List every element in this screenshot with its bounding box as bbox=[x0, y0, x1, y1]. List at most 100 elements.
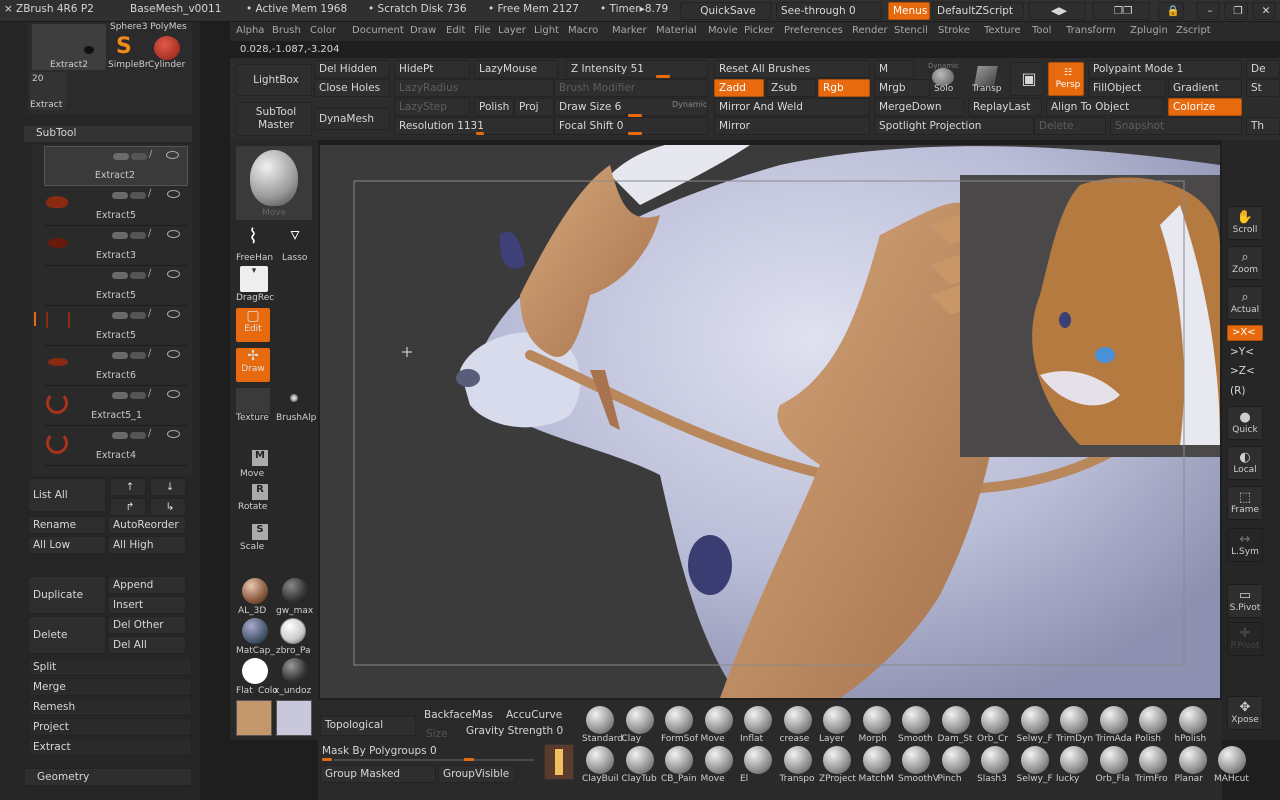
accucurve-button[interactable]: AccuCurve bbox=[506, 709, 562, 721]
resolution-slider-thumb[interactable] bbox=[476, 132, 484, 135]
brush-dam-st-icon[interactable] bbox=[941, 706, 970, 734]
project-button[interactable]: Project bbox=[28, 718, 192, 736]
subtool-toggle[interactable] bbox=[112, 392, 128, 399]
brush-clay-icon[interactable] bbox=[625, 706, 654, 734]
menu-draw[interactable]: Draw bbox=[410, 25, 436, 36]
zoom-button[interactable]: ⌕ Zoom bbox=[1227, 246, 1263, 280]
edit-button[interactable]: ▢ Edit bbox=[236, 308, 270, 342]
menu-color[interactable]: Color bbox=[310, 25, 336, 36]
remesh-button[interactable]: Remesh bbox=[28, 698, 192, 716]
current-brush-thumb[interactable]: Move bbox=[236, 146, 312, 220]
menu-preferences[interactable]: Preferences bbox=[784, 25, 843, 36]
brush-formsof-icon[interactable] bbox=[665, 706, 693, 734]
spotlight-projection-button[interactable]: Spotlight Projection bbox=[874, 117, 1034, 135]
zbro-material-icon[interactable] bbox=[280, 618, 306, 644]
menu-edit[interactable]: Edit bbox=[446, 25, 465, 36]
lightbox-button[interactable]: LightBox bbox=[236, 64, 312, 96]
subtool-polypaint-toggle[interactable] bbox=[130, 432, 146, 439]
menu-stroke[interactable]: Stroke bbox=[938, 25, 970, 36]
quicksave-button[interactable]: QuickSave bbox=[680, 2, 772, 20]
brush-paint-icon[interactable]: ∕ bbox=[149, 149, 152, 160]
menu-alpha[interactable]: Alpha bbox=[236, 25, 264, 36]
menu-zscript[interactable]: Zscript bbox=[1176, 25, 1211, 36]
subtool-item-extract5c[interactable]: ∕ Extract5 bbox=[34, 306, 188, 346]
brush-paint-icon[interactable]: ∕ bbox=[148, 308, 151, 319]
menu-document[interactable]: Document bbox=[352, 25, 404, 36]
brush-trimada-icon[interactable] bbox=[1099, 706, 1128, 734]
subtool-item-extract5[interactable]: ∕ Extract5 bbox=[44, 186, 188, 226]
th-button[interactable]: Th bbox=[1246, 117, 1280, 135]
brush-polish-icon[interactable] bbox=[1139, 706, 1167, 734]
brush-pinch-icon[interactable] bbox=[941, 746, 970, 774]
mask-by-polygroups-slider[interactable]: Mask By Polygroups 0 bbox=[322, 745, 437, 757]
menu-zplugin[interactable]: Zplugin bbox=[1130, 25, 1168, 36]
eye-icon[interactable] bbox=[167, 190, 180, 198]
flat-material-icon[interactable] bbox=[242, 658, 268, 684]
undo-material-icon[interactable] bbox=[282, 658, 308, 684]
simplebrush-icon[interactable]: S bbox=[116, 34, 140, 60]
rename-button[interactable]: Rename bbox=[28, 516, 106, 534]
brush-claytub-icon[interactable] bbox=[625, 746, 654, 774]
topological-button[interactable]: Topological bbox=[320, 716, 416, 736]
brush-zproject-icon[interactable] bbox=[823, 746, 851, 774]
x-symmetry-button[interactable]: >X< bbox=[1227, 325, 1263, 341]
subtool-header[interactable]: SubTool bbox=[24, 126, 192, 142]
subtool-item-extract6[interactable]: ∕ Extract6 bbox=[44, 346, 188, 386]
brush-paint-icon[interactable]: ∕ bbox=[148, 388, 151, 399]
layout-windows-icon[interactable]: ❐❐ bbox=[1092, 2, 1150, 20]
menu-render[interactable]: Render bbox=[852, 25, 888, 36]
insert-button[interactable]: Insert bbox=[108, 596, 186, 614]
canvas-viewport[interactable] bbox=[320, 145, 1220, 698]
subtool-item-extract5b[interactable]: ∕ Extract5 bbox=[44, 266, 188, 306]
brush-alpha-icon[interactable] bbox=[290, 394, 298, 402]
brush-move-icon[interactable] bbox=[704, 706, 733, 734]
eye-icon[interactable] bbox=[166, 151, 179, 159]
subtool-polypaint-toggle[interactable] bbox=[130, 352, 146, 359]
delete-disabled-button[interactable]: Delete bbox=[1034, 117, 1106, 135]
close-icon[interactable]: ✕ bbox=[1252, 2, 1276, 20]
arrow-up-icon[interactable]: ↑ bbox=[110, 478, 146, 496]
subtool-item-extract4[interactable]: ∕ Extract4 bbox=[44, 426, 188, 466]
subtool-master-button[interactable]: SubTool Master bbox=[236, 102, 312, 136]
brush-paint-icon[interactable]: ∕ bbox=[148, 228, 151, 239]
menu-stencil[interactable]: Stencil bbox=[894, 25, 928, 36]
matcap-material-icon[interactable] bbox=[242, 618, 268, 644]
close-holes-button[interactable]: Close Holes bbox=[314, 79, 390, 97]
brush-paint-icon[interactable]: ∕ bbox=[148, 428, 151, 439]
z-intensity-slider-thumb[interactable] bbox=[656, 75, 670, 78]
reset-all-brushes-button[interactable]: Reset All Brushes bbox=[714, 60, 870, 78]
eye-icon[interactable] bbox=[167, 270, 180, 278]
move-down-icon[interactable]: ↳ bbox=[150, 498, 186, 516]
del-hidden-button[interactable]: Del Hidden bbox=[314, 60, 390, 78]
minimize-icon[interactable]: – bbox=[1196, 2, 1220, 20]
all-low-button[interactable]: All Low bbox=[28, 536, 106, 554]
lsym-button[interactable]: ↔ L.Sym bbox=[1227, 528, 1263, 562]
scale-mode-icon[interactable]: S bbox=[252, 524, 268, 540]
default-zscript-button[interactable]: DefaultZScript bbox=[932, 2, 1024, 20]
menu-material[interactable]: Material bbox=[656, 25, 697, 36]
gravity-slider-thumb[interactable] bbox=[464, 758, 474, 761]
autoreorder-button[interactable]: AutoReorder bbox=[108, 516, 186, 534]
brush-layer-icon[interactable] bbox=[823, 706, 851, 734]
dynamesh-button[interactable]: DynaMesh bbox=[314, 108, 390, 130]
quick-button[interactable]: ● Quick bbox=[1227, 406, 1263, 440]
mask-polygroups-thumb[interactable] bbox=[322, 758, 332, 761]
brush-paint-icon[interactable]: ∕ bbox=[148, 268, 151, 279]
brush-paint-icon[interactable]: ∕ bbox=[148, 188, 151, 199]
persp-button[interactable]: ☷ Persp bbox=[1048, 62, 1084, 96]
polypaint-mode-button[interactable]: Polypaint Mode 1 bbox=[1088, 60, 1242, 78]
hidept-button[interactable]: HidePt bbox=[394, 60, 470, 78]
groupvisible-button[interactable]: GroupVisible bbox=[438, 765, 516, 783]
all-high-button[interactable]: All High bbox=[108, 536, 186, 554]
extract-button[interactable]: Extract bbox=[28, 738, 192, 756]
subtool-polypaint-toggle[interactable] bbox=[130, 392, 146, 399]
brush-orb-fla-icon[interactable] bbox=[1099, 746, 1128, 774]
rgb-button[interactable]: Rgb bbox=[818, 79, 870, 97]
lazyradius-slider[interactable]: LazyRadius bbox=[394, 79, 554, 97]
mirror-button[interactable]: Mirror bbox=[714, 117, 870, 135]
menu-marker[interactable]: Marker bbox=[612, 25, 647, 36]
gravity-strength-slider[interactable]: Gravity Strength 0 bbox=[466, 725, 563, 737]
primary-color-swatch[interactable] bbox=[236, 700, 272, 736]
see-through-slider[interactable]: See-through 0 bbox=[776, 2, 882, 20]
menu-layer[interactable]: Layer bbox=[498, 25, 526, 36]
